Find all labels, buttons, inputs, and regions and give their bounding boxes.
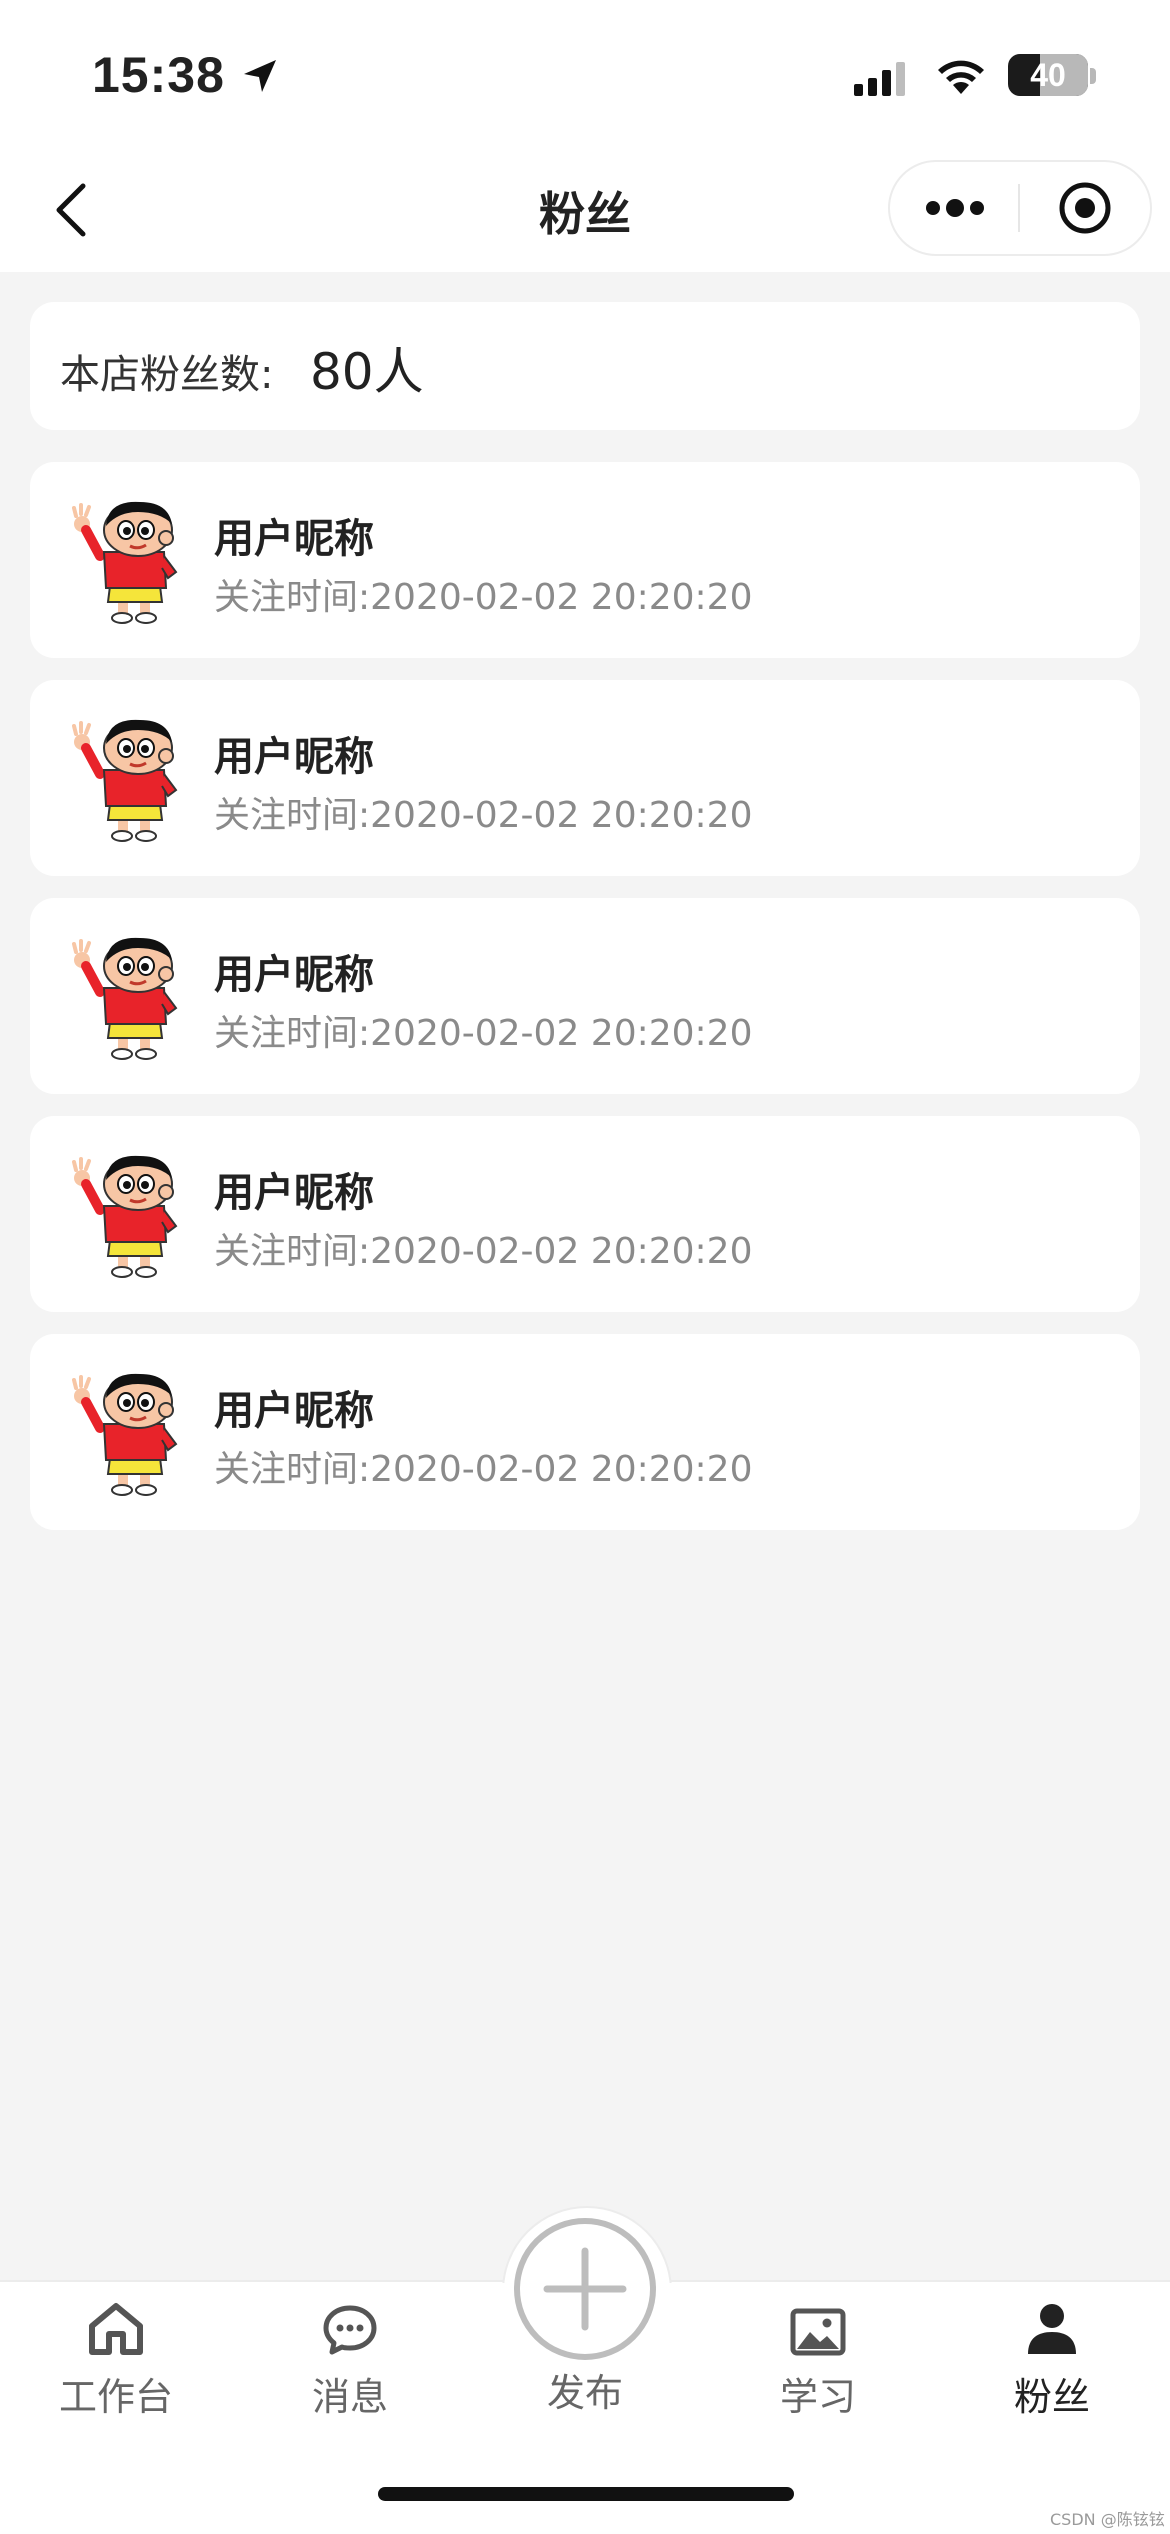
home-indicator: [378, 2487, 794, 2501]
fan-count-label: 本店粉丝数:: [60, 352, 274, 398]
tab-workbench[interactable]: 工作台: [26, 2296, 206, 2419]
fan-nickname: 用户昵称: [214, 1388, 374, 1434]
avatar: [68, 926, 208, 1066]
avatar: [68, 708, 208, 848]
plus-icon: [543, 2247, 627, 2331]
wifi-icon: [938, 60, 984, 94]
follow-time: 关注时间:2020-02-02 20:20:20: [214, 1013, 753, 1054]
status-bar: 15:38 40: [0, 0, 1170, 150]
fan-list: 用户昵称 关注时间:2020-02-02 20:20:20 用户昵称 关注时间:20…: [30, 462, 1140, 1552]
battery-indicator: 40: [1008, 54, 1088, 96]
tab-label: 工作台: [58, 2375, 173, 2419]
fan-count-card: 本店粉丝数: 80人: [30, 302, 1140, 430]
fan-count-value: 80人: [310, 343, 424, 401]
battery-cap: [1090, 68, 1096, 84]
cartoon-avatar-icon: [72, 1155, 178, 1278]
tab-messages[interactable]: 消息: [260, 2296, 440, 2419]
fan-list-item[interactable]: 用户昵称关注时间:2020-02-02 20:20:20: [30, 1116, 1140, 1312]
more-button[interactable]: [890, 162, 1020, 254]
battery-level: 40: [1030, 57, 1066, 93]
person-icon: [1028, 2304, 1076, 2354]
tab-study[interactable]: 学习: [728, 2296, 908, 2419]
avatar: [68, 1362, 208, 1502]
follow-time: 关注时间:2020-02-02 20:20:20: [214, 795, 753, 836]
tab-label: 粉丝: [1013, 2375, 1090, 2419]
nav-bar: 粉丝: [0, 150, 1170, 272]
cartoon-avatar-icon: [72, 719, 178, 842]
target-circle-icon: [1059, 182, 1111, 234]
fan-list-item[interactable]: 用户昵称关注时间:2020-02-02 20:20:20: [30, 680, 1140, 876]
image-icon: [790, 2308, 846, 2356]
watermark: CSDN @陈铉铉: [1050, 2510, 1165, 2529]
fan-nickname: 用户昵称: [214, 1170, 374, 1216]
avatar: [68, 1144, 208, 1284]
cartoon-avatar-icon: [72, 501, 178, 624]
avatar: [68, 490, 208, 630]
fan-nickname: 用户昵称: [214, 734, 374, 780]
fan-list-item[interactable]: 用户昵称关注时间:2020-02-02 20:20:20: [30, 462, 1140, 658]
fan-list-item[interactable]: 用户昵称关注时间:2020-02-02 20:20:20: [30, 898, 1140, 1094]
publish-button[interactable]: [514, 2218, 656, 2360]
tab-publish-label: 发布: [546, 2371, 623, 2415]
chat-icon: [323, 2305, 377, 2355]
follow-time: 关注时间:2020-02-02 20:20:20: [214, 1231, 753, 1272]
cartoon-avatar-icon: [72, 1373, 178, 1496]
mini-program-capsule: [888, 160, 1152, 256]
fan-nickname: 用户昵称: [214, 516, 374, 562]
fan-nickname: 用户昵称: [214, 952, 374, 998]
more-dots-icon: [926, 199, 984, 217]
tab-label: 学习: [779, 2375, 856, 2419]
cartoon-avatar-icon: [72, 937, 178, 1060]
location-arrow-icon: [244, 60, 276, 92]
tab-fans[interactable]: 粉丝: [962, 2296, 1142, 2419]
fan-list-item[interactable]: 用户昵称关注时间:2020-02-02 20:20:20: [30, 1334, 1140, 1530]
follow-time: 关注时间:2020-02-02 20:20:20: [214, 1449, 753, 1490]
close-mini-program-button[interactable]: [1020, 162, 1150, 254]
cellular-signal-icon: [854, 62, 905, 96]
tab-label: 消息: [311, 2375, 388, 2419]
status-time: 15:38: [92, 47, 225, 103]
home-icon: [89, 2303, 143, 2355]
follow-time: 关注时间:2020-02-02 20:20:20: [214, 577, 753, 618]
